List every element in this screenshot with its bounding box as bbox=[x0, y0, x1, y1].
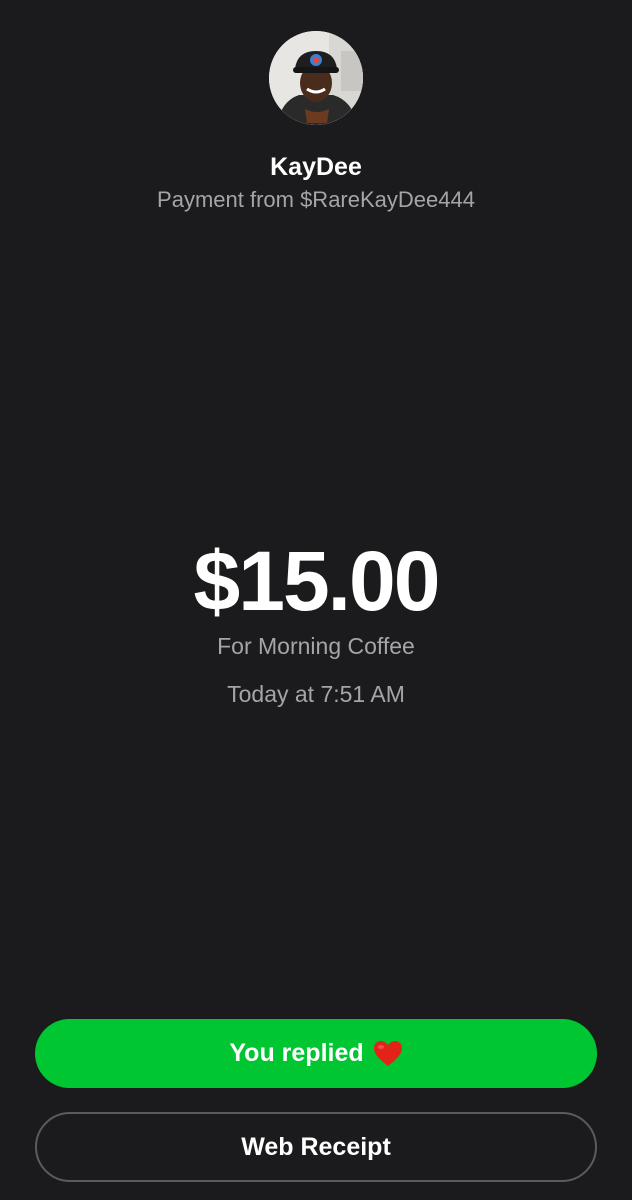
web-receipt-label: Web Receipt bbox=[241, 1132, 391, 1161]
payment-subtitle: Payment from $RareKayDee444 bbox=[157, 187, 475, 212]
avatar[interactable] bbox=[269, 31, 363, 125]
web-receipt-button[interactable]: Web Receipt bbox=[35, 1112, 597, 1182]
payment-note: For Morning Coffee bbox=[217, 633, 415, 659]
you-replied-label: You replied bbox=[229, 1039, 364, 1067]
more-options-icon[interactable] bbox=[576, 0, 600, 6]
payment-detail-screen: KayDee Payment from $RareKayDee444 $15.0… bbox=[0, 0, 632, 1200]
sender-name: KayDee bbox=[270, 153, 362, 181]
payment-amount: $15.00 bbox=[193, 534, 441, 628]
payment-timestamp: Today at 7:51 AM bbox=[227, 681, 405, 707]
profile-photo bbox=[269, 31, 363, 125]
you-replied-button[interactable]: You replied bbox=[35, 1019, 597, 1088]
red-heart-icon bbox=[373, 1041, 402, 1066]
close-icon[interactable] bbox=[30, 0, 54, 6]
